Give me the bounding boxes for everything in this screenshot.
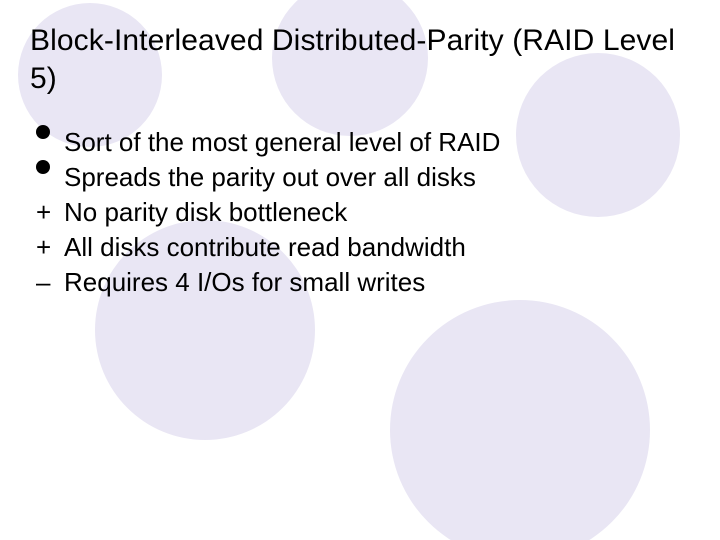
plus-icon: + — [36, 230, 58, 265]
slide-title: Block-Interleaved Distributed-Parity (RA… — [30, 22, 690, 97]
list-item: + All disks contribute read bandwidth — [36, 230, 690, 265]
decor-circle — [390, 300, 650, 540]
bullet-list: Sort of the most general level of RAID S… — [30, 125, 690, 300]
list-item-text: Spreads the parity out over all disks — [64, 162, 476, 192]
list-item: + No parity disk bottleneck — [36, 195, 690, 230]
list-item-text: Sort of the most general level of RAID — [64, 127, 500, 157]
bullet-dot-icon — [36, 125, 50, 139]
list-item-text: Requires 4 I/Os for small writes — [64, 267, 425, 297]
list-item-text: All disks contribute read bandwidth — [64, 232, 466, 262]
list-item: – Requires 4 I/Os for small writes — [36, 265, 690, 300]
plus-icon: + — [36, 195, 58, 230]
bullet-dot-icon — [36, 160, 50, 174]
list-item: Sort of the most general level of RAID — [36, 125, 690, 160]
slide-content: Block-Interleaved Distributed-Parity (RA… — [0, 0, 720, 300]
list-item: Spreads the parity out over all disks — [36, 160, 690, 195]
minus-icon: – — [36, 265, 58, 300]
list-item-text: No parity disk bottleneck — [64, 197, 347, 227]
